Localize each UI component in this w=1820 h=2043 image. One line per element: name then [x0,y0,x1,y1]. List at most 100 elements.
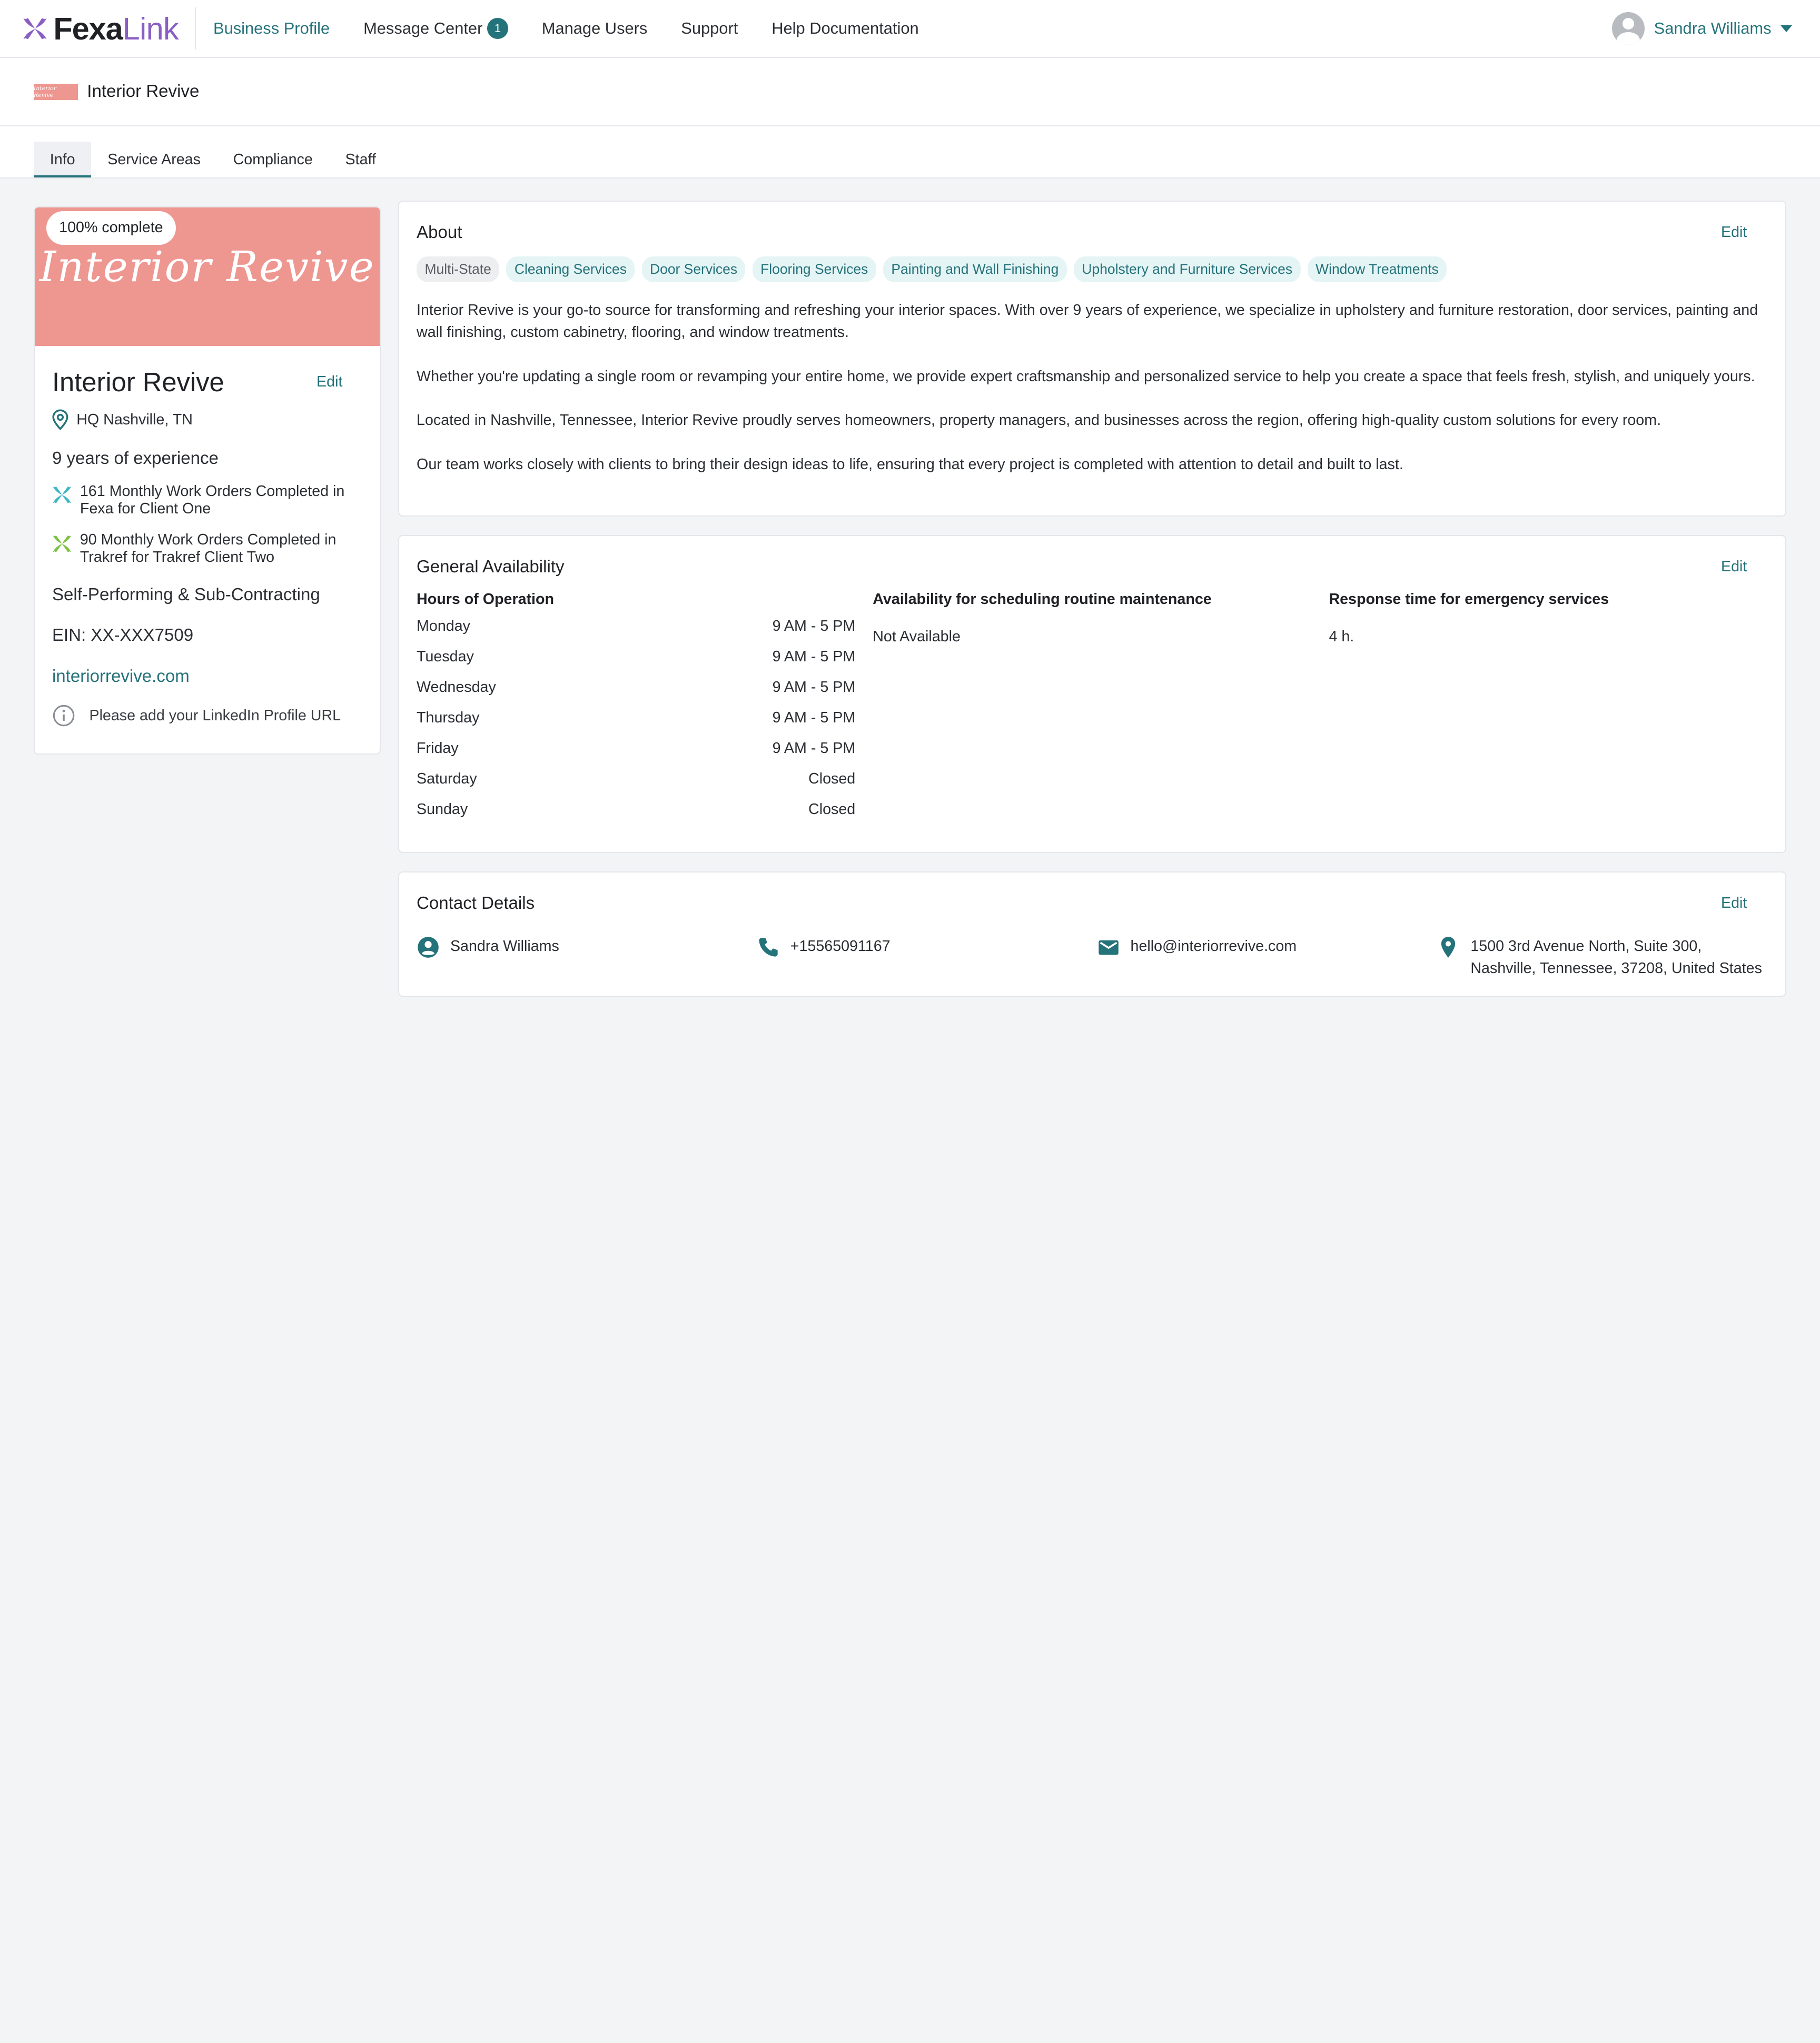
info-icon [53,705,75,727]
message-count-badge: 1 [487,18,508,39]
about-paragraph: Interior Revive is your go-to source for… [417,302,1758,341]
tab-service-areas[interactable]: Service Areas [91,142,216,177]
day-label: Monday [417,617,470,634]
day-hours: Closed [808,770,856,787]
fexa-logo-icon [53,487,71,503]
logo-text-main: Fexa [53,11,123,46]
day-hours: 9 AM - 5 PM [772,739,856,757]
day-label: Sunday [417,800,468,818]
contact-name-text: Sandra Williams [450,937,559,955]
profile-name: Interior Revive [52,367,224,398]
logo-text-secondary: Link [122,11,179,46]
service-tag: Cleaning Services [506,256,635,283]
day-label: Saturday [417,770,477,787]
contact-phone: +15565091167 [757,936,1097,980]
company-mini-logo: Interior Revive [33,83,78,100]
nav-support[interactable]: Support [681,19,738,38]
ein-number: EIN: XX-XXX7509 [52,626,194,646]
linkedin-notice-text: Please add your LinkedIn Profile URL [89,707,341,724]
tab-compliance[interactable]: Compliance [217,142,329,177]
work-order-stat-text: 90 Monthly Work Orders Completed in Trak… [80,531,337,566]
hours-row: Saturday Closed [417,770,855,801]
service-tag: Door Services [641,256,746,283]
day-hours: Closed [808,800,856,818]
contact-email-text: hello@interiorrevive.com [1130,937,1297,955]
profile-tabs: Info Service Areas Compliance Staff [0,126,1820,179]
address-line-2: Nashville, Tennessee, 37208, United Stat… [1470,959,1762,977]
contact-email: hello@interiorrevive.com [1097,936,1437,980]
hours-row: Friday 9 AM - 5 PM [417,740,855,770]
routine-value: Not Available [873,628,961,645]
contact-phone-text: +15565091167 [790,937,891,955]
performing-type: Self-Performing & Sub-Contracting [52,584,320,604]
hours-heading: Hours of Operation [417,591,555,608]
contact-address: 1500 3rd Avenue North, Suite 300, Nashvi… [1437,936,1762,980]
day-label: Thursday [417,709,480,726]
chevron-down-icon [1781,25,1793,32]
profile-card: 100% complete Interior Revive Interior R… [33,206,381,755]
hours-row: Wednesday 9 AM - 5 PM [417,679,855,709]
about-paragraph: Our team works closely with clients to b… [417,456,1403,473]
nav-business-profile[interactable]: Business Profile [213,19,330,38]
routine-maintenance: Availability for scheduling routine main… [873,591,1329,831]
hq-location: HQ Nashville, TN [76,411,193,428]
user-avatar-icon [1612,12,1645,45]
work-order-stat-text: 161 Monthly Work Orders Completed in Fex… [80,482,345,517]
service-tag: Window Treatments [1307,256,1447,283]
contact-title: Contact Details [417,893,535,913]
day-label: Wednesday [417,678,496,696]
emergency-heading: Response time for emergency services [1329,591,1609,608]
day-hours: 9 AM - 5 PM [772,617,856,634]
about-title: About [417,222,462,242]
day-label: Friday [417,739,459,757]
service-tags: Multi-State Cleaning Services Door Servi… [399,243,1785,283]
service-tag: Multi-State [417,256,500,283]
day-hours: 9 AM - 5 PM [772,678,856,696]
tab-info[interactable]: Info [33,142,92,178]
tab-staff[interactable]: Staff [329,142,392,177]
user-menu[interactable]: Sandra Williams [1612,12,1799,45]
emergency-response: Response time for emergency services 4 h… [1329,591,1609,831]
about-edit-button[interactable]: Edit [1721,224,1747,241]
hours-row: Tuesday 9 AM - 5 PM [417,648,855,679]
nav-help-documentation[interactable]: Help Documentation [771,19,918,38]
user-name: Sandra Williams [1654,19,1772,38]
about-description: Interior Revive is your go-to source for… [399,282,1785,476]
location-pin-icon [1441,937,1456,958]
nav-manage-users[interactable]: Manage Users [542,19,648,38]
availability-panel: General Availability Edit Hours of Opera… [398,535,1787,853]
routine-heading: Availability for scheduling routine main… [873,591,1212,608]
service-tag: Upholstery and Furniture Services [1073,256,1301,283]
fexa-x-logo-icon [23,18,47,39]
availability-edit-button[interactable]: Edit [1721,558,1747,576]
company-header: Interior Revive Interior Revive [0,58,1820,127]
contact-edit-button[interactable]: Edit [1721,895,1747,912]
trakref-logo-icon [53,535,71,552]
hours-row: Monday 9 AM - 5 PM [417,618,855,648]
person-icon [418,937,439,958]
top-navigation: Fexa Link Business Profile Message Center… [0,0,1820,58]
nav-message-center-label: Message Center [363,19,483,38]
website-link[interactable]: interiorrevive.com [52,667,190,687]
about-paragraph: Located in Nashville, Tennessee, Interio… [417,412,1661,429]
linkedin-notice: Please add your LinkedIn Profile URL [52,704,362,727]
company-header-name: Interior Revive [87,82,200,102]
app-logo[interactable]: Fexa Link [21,7,196,49]
address-line-1: 1500 3rd Avenue North, Suite 300, [1470,937,1702,955]
day-label: Tuesday [417,648,474,665]
hours-row: Thursday 9 AM - 5 PM [417,709,855,740]
profile-edit-button[interactable]: Edit [316,373,342,391]
emergency-value: 4 h. [1329,628,1354,645]
completion-badge: 100% complete [46,211,176,245]
profile-banner: 100% complete Interior Revive [34,207,380,346]
work-order-stat: 90 Monthly Work Orders Completed in Trak… [52,531,362,566]
day-hours: 9 AM - 5 PM [772,648,856,665]
envelope-icon [1098,940,1119,955]
contact-panel: Contact Details Edit Sandra Williams +15… [398,871,1787,997]
hours-row: Sunday Closed [417,801,855,831]
about-panel: About Edit Multi-State Cleaning Services… [398,201,1787,517]
phone-icon [759,938,778,957]
nav-message-center[interactable]: Message Center 1 [363,18,508,39]
contact-name: Sandra Williams [417,936,757,980]
hours-of-operation: Hours of Operation Monday 9 AM - 5 PM Tue… [417,591,855,831]
